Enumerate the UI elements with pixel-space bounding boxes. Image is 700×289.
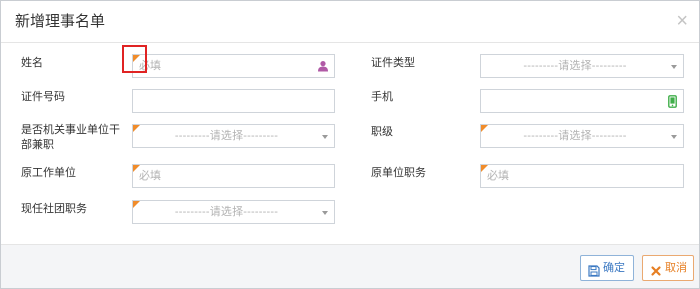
add-council-member-dialog: 新增理事名单 × 姓名 必填 证件类型 ---------请选择--------… — [0, 0, 700, 289]
cancel-label: 取消 — [665, 262, 687, 274]
current-position-label: 现任社团职务 — [21, 203, 87, 215]
close-icon[interactable]: × — [676, 11, 688, 31]
chevron-down-icon — [322, 135, 328, 139]
id-number-input[interactable] — [132, 89, 335, 113]
chevron-down-icon — [671, 135, 677, 139]
dialog-footer: 确定 取消 — [1, 244, 699, 288]
phone-label: 手机 — [371, 91, 393, 103]
rank-label: 职级 — [371, 126, 393, 138]
current-position-selected: ---------请选择--------- — [174, 206, 279, 218]
required-marker-highlight — [122, 45, 147, 73]
former-unit-placeholder: 必填 — [139, 170, 161, 182]
id-type-select[interactable]: ---------请选择--------- — [480, 54, 684, 78]
part-time-label-line1: 是否机关事业单位干 — [21, 124, 120, 136]
rank-selected: ---------请选择--------- — [523, 130, 627, 142]
close-icon — [650, 262, 662, 276]
id-type-selected: ---------请选择--------- — [523, 60, 627, 72]
name-input[interactable]: 必填 — [132, 54, 335, 78]
person-icon — [317, 60, 329, 72]
part-time-label-line2: 部兼职 — [21, 139, 54, 151]
dialog-header: 新增理事名单 × — [1, 1, 699, 43]
former-position-input[interactable]: 必填 — [480, 164, 684, 188]
chevron-down-icon — [671, 65, 677, 69]
rank-select[interactable]: ---------请选择--------- — [480, 124, 684, 148]
former-position-label: 原单位职务 — [371, 167, 426, 179]
name-label: 姓名 — [21, 57, 43, 69]
id-number-label: 证件号码 — [21, 91, 65, 103]
current-position-select[interactable]: ---------请选择--------- — [132, 200, 335, 224]
id-type-label: 证件类型 — [371, 57, 415, 69]
cancel-button[interactable]: 取消 — [642, 255, 694, 281]
former-position-placeholder: 必填 — [487, 170, 509, 182]
part-time-selected: ---------请选择--------- — [174, 130, 279, 142]
confirm-label: 确定 — [603, 262, 625, 274]
confirm-button[interactable]: 确定 — [580, 255, 634, 281]
former-unit-label: 原工作单位 — [21, 167, 76, 179]
part-time-select[interactable]: ---------请选择--------- — [132, 124, 335, 148]
phone-input[interactable] — [480, 89, 684, 113]
mobile-phone-icon — [668, 95, 677, 108]
former-unit-input[interactable]: 必填 — [132, 164, 335, 188]
chevron-down-icon — [322, 211, 328, 215]
dialog-title: 新增理事名单 — [15, 13, 106, 30]
save-icon — [588, 262, 600, 277]
